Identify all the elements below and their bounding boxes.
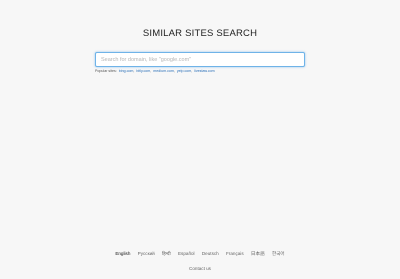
contact-us-link[interactable]: Contact us	[189, 266, 211, 271]
page: SIMILAR SITES SEARCH Popular sites: bing…	[0, 0, 400, 279]
language-english[interactable]: English	[115, 251, 130, 256]
search-input[interactable]	[101, 54, 299, 65]
language-spanish[interactable]: Español	[178, 251, 195, 256]
language-japanese[interactable]: 日本語	[251, 251, 265, 256]
popular-site-link[interactable]: bing.com	[119, 69, 134, 73]
language-selector: English Русский हिन्दी Español Deutsch F…	[0, 251, 400, 257]
popular-site-link[interactable]: medium.com	[153, 69, 174, 73]
popular-site-link[interactable]: yelp.com	[177, 69, 191, 73]
popular-site-link[interactable]: bitly.com	[136, 69, 150, 73]
popular-site-link[interactable]: livestaw.com	[194, 69, 214, 73]
language-korean[interactable]: 한국어	[272, 251, 285, 256]
search-box[interactable]	[95, 52, 305, 67]
language-german[interactable]: Deutsch	[202, 251, 219, 256]
page-title: SIMILAR SITES SEARCH	[142, 28, 258, 39]
popular-sites: Popular sites: bing.com, bitly.com, medi…	[95, 69, 215, 73]
language-hindi[interactable]: हिन्दी	[162, 251, 171, 256]
language-russian[interactable]: Русский	[138, 251, 155, 256]
footer-contact: Contact us	[0, 266, 400, 271]
language-french[interactable]: Français	[226, 251, 244, 256]
popular-sites-label: Popular sites:	[95, 69, 117, 73]
